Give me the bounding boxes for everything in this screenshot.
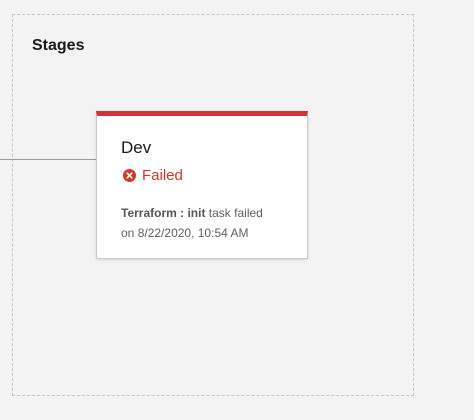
- failed-task-message: task failed: [208, 206, 263, 220]
- status-label: Failed: [142, 166, 183, 184]
- stages-heading: Stages: [32, 37, 85, 54]
- stage-status: Failed: [123, 166, 183, 184]
- timestamp-prefix: on: [121, 226, 135, 240]
- error-circle-icon: [123, 168, 136, 182]
- stage-name: Dev: [121, 138, 152, 157]
- stage-failure-detail: Terraform : init task failed on 8/22/202…: [121, 203, 301, 243]
- stage-connector-line: [0, 159, 96, 160]
- release-pipeline-canvas: Stages Dev Failed Terraform : init task …: [0, 0, 474, 420]
- stage-card-dev[interactable]: Dev Failed Terraform : init task failed …: [96, 111, 308, 259]
- failed-task-name: Terraform : init: [121, 206, 206, 220]
- failure-timestamp: 8/22/2020, 10:54 AM: [137, 226, 249, 240]
